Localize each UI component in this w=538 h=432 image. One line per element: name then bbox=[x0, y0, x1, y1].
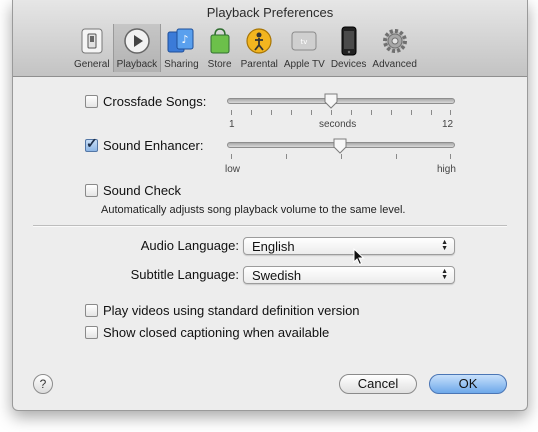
toolbar-item-apple-tv[interactable]: tv Apple TV bbox=[281, 24, 328, 72]
sound-enhancer-low-label: low bbox=[225, 164, 241, 175]
iphone-icon bbox=[334, 26, 364, 56]
crossfade-label: Crossfade Songs: bbox=[103, 94, 207, 109]
audio-language-label: Audio Language: bbox=[140, 238, 239, 253]
sound-check-description: Automatically adjusts song playback volu… bbox=[101, 204, 406, 216]
gear-icon bbox=[380, 26, 410, 56]
shopping-bag-icon bbox=[205, 26, 235, 56]
sound-enhancer-checkbox-row[interactable]: ✓ Sound Enhancer: bbox=[85, 135, 204, 153]
help-button[interactable]: ? bbox=[33, 374, 53, 394]
playback-panel: Crossfade Songs: 1 seconds 12 ✓ Sound En… bbox=[13, 77, 527, 410]
ok-button[interactable]: OK bbox=[429, 374, 507, 394]
standard-definition-label: Play videos using standard definition ve… bbox=[103, 303, 360, 318]
crossfade-slider-track[interactable] bbox=[227, 98, 455, 104]
audio-language-value: English bbox=[252, 239, 295, 254]
toolbar-item-general[interactable]: General bbox=[71, 24, 113, 72]
svg-text:tv: tv bbox=[301, 38, 308, 46]
crossfade-max-label: 12 bbox=[442, 119, 454, 130]
preferences-window: Playback Preferences General Playback ♪ … bbox=[12, 0, 528, 411]
closed-captioning-checkbox[interactable] bbox=[85, 326, 98, 339]
standard-definition-checkbox[interactable] bbox=[85, 304, 98, 317]
crossfade-unit-label: seconds bbox=[319, 119, 357, 130]
toolbar-item-playback[interactable]: Playback bbox=[112, 24, 162, 72]
sound-check-checkbox-row[interactable]: Sound Check bbox=[85, 183, 181, 198]
checkmark-icon: ✓ bbox=[86, 135, 98, 151]
crossfade-checkbox[interactable] bbox=[85, 95, 98, 108]
sound-check-label: Sound Check bbox=[103, 183, 182, 198]
preferences-toolbar: General Playback ♪ Sharing Store Parenta… bbox=[71, 24, 420, 74]
audio-language-select[interactable]: English ▲ ▼ bbox=[243, 237, 455, 255]
svg-text:♪: ♪ bbox=[182, 33, 189, 46]
toolbar-item-store[interactable]: Store bbox=[202, 24, 238, 72]
sound-enhancer-checkbox[interactable]: ✓ bbox=[85, 135, 98, 152]
subtitle-language-select[interactable]: Swedish ▲ ▼ bbox=[243, 266, 455, 284]
crossfade-min-label: 1 bbox=[229, 119, 235, 130]
mouse-pointer-icon bbox=[353, 247, 365, 266]
closed-captioning-checkbox-row[interactable]: Show closed captioning when available bbox=[85, 325, 329, 340]
sound-enhancer-slider-ticks bbox=[231, 154, 451, 160]
general-switch-icon bbox=[77, 26, 107, 56]
popup-arrows-icon: ▲ ▼ bbox=[441, 268, 448, 281]
window-title: Playback Preferences bbox=[206, 5, 334, 20]
closed-captioning-label: Show closed captioning when available bbox=[103, 325, 330, 340]
toolbar-item-advanced[interactable]: Advanced bbox=[369, 24, 419, 72]
sound-enhancer-label: Sound Enhancer: bbox=[103, 138, 204, 153]
standard-definition-checkbox-row[interactable]: Play videos using standard definition ve… bbox=[85, 303, 360, 318]
sharing-icon: ♪ bbox=[166, 26, 196, 56]
apple-tv-icon: tv bbox=[289, 26, 319, 56]
parental-icon bbox=[244, 26, 274, 56]
crossfade-slider-ticks bbox=[231, 110, 451, 116]
subtitle-language-label: Subtitle Language: bbox=[130, 267, 239, 282]
sound-enhancer-high-label: high bbox=[437, 164, 456, 175]
toolbar-item-sharing[interactable]: ♪ Sharing bbox=[161, 24, 201, 72]
cancel-button[interactable]: Cancel bbox=[339, 374, 417, 394]
sound-enhancer-slider-thumb[interactable] bbox=[333, 138, 347, 154]
play-icon bbox=[122, 26, 152, 56]
sound-check-checkbox[interactable] bbox=[85, 184, 98, 197]
crossfade-checkbox-row[interactable]: Crossfade Songs: bbox=[85, 94, 206, 109]
toolbar-item-parental[interactable]: Parental bbox=[238, 24, 281, 72]
toolbar-item-devices[interactable]: Devices bbox=[328, 24, 370, 72]
crossfade-slider-thumb[interactable] bbox=[324, 93, 338, 109]
popup-arrows-icon: ▲ ▼ bbox=[441, 239, 448, 252]
section-divider bbox=[33, 225, 507, 227]
subtitle-language-value: Swedish bbox=[252, 268, 302, 283]
title-bar: Playback Preferences General Playback ♪ … bbox=[13, 0, 527, 77]
